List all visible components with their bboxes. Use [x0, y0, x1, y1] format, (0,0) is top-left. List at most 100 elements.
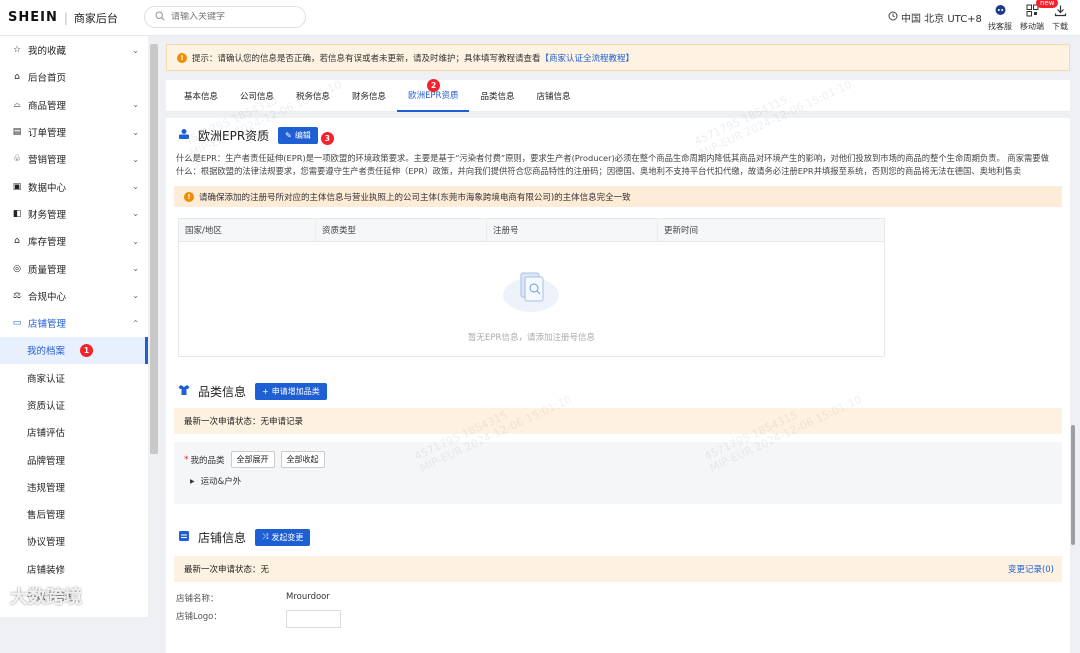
chevron-down-icon: ⌄: [132, 45, 139, 55]
sidebar-sub-label: 店铺装修: [27, 564, 66, 576]
support-button[interactable]: 找客服: [988, 4, 1012, 32]
shuffle-icon: ⤨: [262, 532, 269, 541]
compliance-icon: ⚖: [12, 290, 22, 301]
brand-watermark: 大数跨境: [10, 587, 82, 608]
sidebar-sub-decoration[interactable]: 店铺装修: [0, 555, 148, 582]
tab-label: 财务信息: [352, 91, 387, 102]
download-label: 下载: [1052, 22, 1068, 31]
change-button[interactable]: ⤨ 发起变更: [255, 528, 311, 546]
store-info-icon: [178, 530, 190, 545]
sidebar-item-favorites[interactable]: ☆ 我的收藏 ⌄: [0, 37, 148, 64]
sidebar-item-store[interactable]: ▭ 店铺管理 ⌃: [0, 309, 148, 336]
chevron-down-icon: ⌄: [132, 127, 139, 137]
tab-finance-info[interactable]: 财务信息: [341, 80, 397, 112]
store-logo-image[interactable]: [286, 610, 341, 628]
top-bar: SHEIN | 商家后台 中国 北京 UTC+8 找客服 移动端 new 下载: [0, 0, 1080, 36]
sidebar-item-finance[interactable]: ◧ 财务管理 ⌄: [0, 200, 148, 227]
finance-icon: ◧: [12, 208, 22, 219]
epr-card: 欧洲EPR资质 ✎ 编辑 3 什么是EPR：生产者责任延伸(EPR)是一项欧盟的环…: [166, 118, 1070, 400]
main-scrollbar[interactable]: [1071, 425, 1075, 545]
category-header: 品类信息 + 申请增加品类: [166, 374, 1070, 408]
change-label: 发起变更: [271, 532, 304, 542]
change-log-link[interactable]: 变更记录(0): [1008, 563, 1054, 575]
sidebar-item-data[interactable]: ▣ 数据中心 ⌄: [0, 173, 148, 200]
sidebar-sub-label: 售后管理: [27, 510, 66, 522]
tab-label: 店铺信息: [536, 91, 571, 102]
tab-label: 品类信息: [480, 91, 515, 102]
mobile-label: 移动端: [1020, 22, 1044, 31]
col-country: 国家/地区: [179, 219, 316, 241]
tutorial-link[interactable]: 【商家认证全流程教程】: [541, 52, 635, 64]
tab-tax-info[interactable]: 税务信息: [285, 80, 341, 112]
tab-basic-info[interactable]: 基本信息: [173, 80, 229, 112]
tab-label: 税务信息: [296, 91, 331, 102]
sidebar-sub-after-sales[interactable]: 售后管理: [0, 501, 148, 528]
sidebar-sub-my-profile[interactable]: 我的档案 1: [0, 336, 148, 365]
shein-logo[interactable]: SHEIN: [8, 10, 58, 25]
sidebar-item-compliance[interactable]: ⚖ 合规中心 ⌄: [0, 282, 148, 309]
sidebar-item-inventory[interactable]: ⌂ 库存管理 ⌄: [0, 228, 148, 255]
profile-tabs: 基本信息 公司信息 税务信息 财务信息 欧洲EPR资质 2 品类信息 店铺信息: [166, 78, 1070, 112]
sidebar-item-label: 后台首页: [28, 73, 67, 85]
tip-text: 提示：请确认您的信息是否正确，若信息有误或者未更新，请及时维护；具体填写教程请查…: [192, 53, 541, 64]
apply-category-button[interactable]: + 申请增加品类: [255, 382, 327, 400]
chevron-up-icon: ⌃: [132, 318, 139, 328]
quality-icon: ◎: [13, 263, 21, 274]
download-button[interactable]: 下载: [1052, 4, 1068, 32]
my-category-row: * 我的品类 全部展开 全部收起: [184, 451, 325, 468]
sidebar-item-label: 我的收藏: [28, 46, 67, 58]
chevron-down-icon: ⌄: [132, 291, 139, 301]
store-icon: ▭: [12, 318, 22, 329]
marketing-icon: ♧: [12, 154, 22, 165]
sidebar-sub-violation[interactable]: 违规管理: [0, 473, 148, 500]
search-box[interactable]: [144, 6, 306, 28]
edit-label: 编辑: [294, 130, 311, 140]
sidebar-scrollbar[interactable]: [150, 44, 158, 454]
expand-all-button[interactable]: 全部展开: [230, 451, 275, 468]
sidebar-item-home[interactable]: ⌂ 后台首页: [0, 64, 148, 91]
data-icon: ▣: [12, 181, 22, 192]
search-input[interactable]: [171, 12, 301, 22]
sidebar-item-label: 质量管理: [28, 264, 67, 276]
step-badge-3: 3: [320, 131, 334, 145]
sidebar-sub-qualification[interactable]: 资质认证: [0, 391, 148, 418]
sidebar-sub-label: 商家认证: [27, 373, 66, 385]
sidebar-sub-label: 品牌管理: [27, 455, 66, 467]
sidebar-sub-store-eval[interactable]: 店铺评估: [0, 419, 148, 446]
mobile-button[interactable]: 移动端: [1020, 4, 1044, 32]
step-badge-1: 1: [80, 343, 93, 357]
tab-epr[interactable]: 欧洲EPR资质 2: [397, 78, 470, 112]
sidebar-item-products[interactable]: ⌓ 商品管理 ⌄: [0, 91, 148, 118]
tab-store-info[interactable]: 店铺信息: [525, 80, 581, 112]
warning-icon: !: [184, 191, 194, 202]
category-status: 最新一次申请状态：无申请记录: [174, 408, 1062, 434]
collapse-all-button[interactable]: 全部收起: [280, 451, 325, 468]
edit-button[interactable]: ✎ 编辑: [278, 126, 318, 144]
sidebar-item-label: 营销管理: [28, 155, 67, 167]
sidebar-sub-label: 违规管理: [27, 482, 66, 494]
stamp-icon: [178, 128, 190, 143]
sidebar-sub-brand[interactable]: 品牌管理: [0, 446, 148, 473]
sidebar-item-orders[interactable]: ▤ 订单管理 ⌄: [0, 118, 148, 145]
store-logo-label: 店铺Logo：: [176, 612, 222, 622]
store-name-row: 店铺名称： Mrourdoor: [176, 592, 330, 604]
sidebar-item-label: 财务管理: [28, 209, 67, 221]
epr-description: 什么是EPR：生产者责任延伸(EPR)是一项欧盟的环境政策要求。主要是基于“污染…: [176, 153, 1049, 176]
tab-company-info[interactable]: 公司信息: [229, 80, 285, 112]
category-tree-item[interactable]: ▶ 运动&户外: [190, 475, 241, 487]
sidebar-sub-merchant-cert[interactable]: 商家认证: [0, 364, 148, 391]
plus-icon: +: [262, 386, 269, 396]
empty-text: 暂无EPR信息，请添加注册号信息: [468, 333, 595, 343]
product-icon: ⌓: [13, 99, 21, 110]
sidebar-sub-agreement[interactable]: 协议管理: [0, 528, 148, 555]
sidebar-item-quality[interactable]: ◎ 质量管理 ⌄: [0, 255, 148, 282]
chevron-down-icon: ⌄: [132, 100, 139, 110]
sidebar-sub-label: 我的档案: [27, 346, 66, 358]
logo-divider: |: [63, 10, 68, 25]
tab-category-info[interactable]: 品类信息: [469, 80, 525, 112]
star-icon: ☆: [12, 45, 22, 56]
sidebar-item-marketing[interactable]: ♧ 营销管理 ⌄: [0, 146, 148, 173]
epr-table: 国家/地区 资质类型 注册号 更新时间 暂无EPR信息，请添加注册号信息: [178, 218, 885, 357]
timezone-selector[interactable]: 中国 北京 UTC+8: [888, 10, 982, 25]
tab-label: 基本信息: [184, 91, 219, 102]
